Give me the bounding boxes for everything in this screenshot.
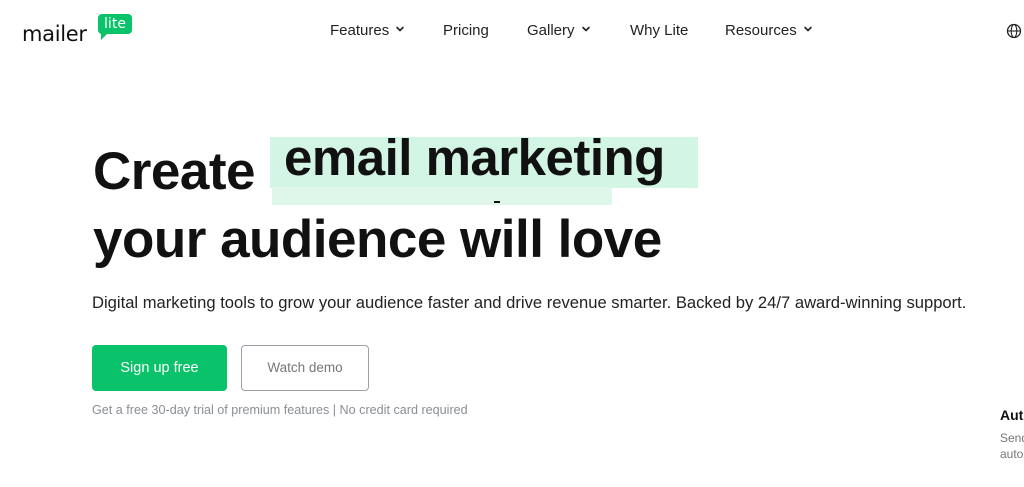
page: mailer lite Features Pricing Gallery Why… <box>0 0 1024 487</box>
nav-item-label: Resources <box>725 22 797 39</box>
hero-subtitle: Digital marketing tools to grow your aud… <box>92 293 967 312</box>
sign-up-free-button[interactable]: Sign up free <box>92 345 227 391</box>
mailerlite-logo[interactable]: mailer lite <box>22 14 134 48</box>
watch-demo-button[interactable]: Watch demo <box>241 345 369 391</box>
nav-item-label: Pricing <box>443 22 489 39</box>
nav-item-gallery[interactable]: Gallery <box>527 21 591 41</box>
nav-item-label: Features <box>330 22 390 39</box>
headline-line-2: your audience will love <box>93 210 662 269</box>
logo-badge: lite <box>98 14 132 34</box>
chevron-down-icon <box>581 26 590 32</box>
trial-note: Get a free 30-day trial of premium featu… <box>92 403 468 417</box>
nav-item-label: Why Lite <box>630 22 689 39</box>
side-card-line: auto <box>1000 447 1024 461</box>
logo-wordmark: mailer <box>22 22 87 46</box>
globe-icon[interactable] <box>1006 23 1022 39</box>
nav-item-features[interactable]: Features <box>330 21 405 41</box>
nav-item-label: Gallery <box>527 22 575 39</box>
logo-badge-tail <box>101 32 109 40</box>
chevron-down-icon <box>803 26 812 32</box>
headline-prefix: Create <box>93 142 255 201</box>
chevron-down-icon <box>396 26 405 32</box>
side-card-title: Aut <box>1000 407 1024 423</box>
side-card-line: Send <box>1000 431 1024 445</box>
nav-item-resources[interactable]: Resources <box>725 21 813 41</box>
headline-highlight-underlay <box>272 187 612 205</box>
nav-item-why-lite[interactable]: Why Lite <box>630 21 688 41</box>
headline-cursor-mark <box>494 201 500 203</box>
nav-item-pricing[interactable]: Pricing <box>443 21 489 41</box>
headline-highlight-text: email marketing <box>284 129 665 186</box>
